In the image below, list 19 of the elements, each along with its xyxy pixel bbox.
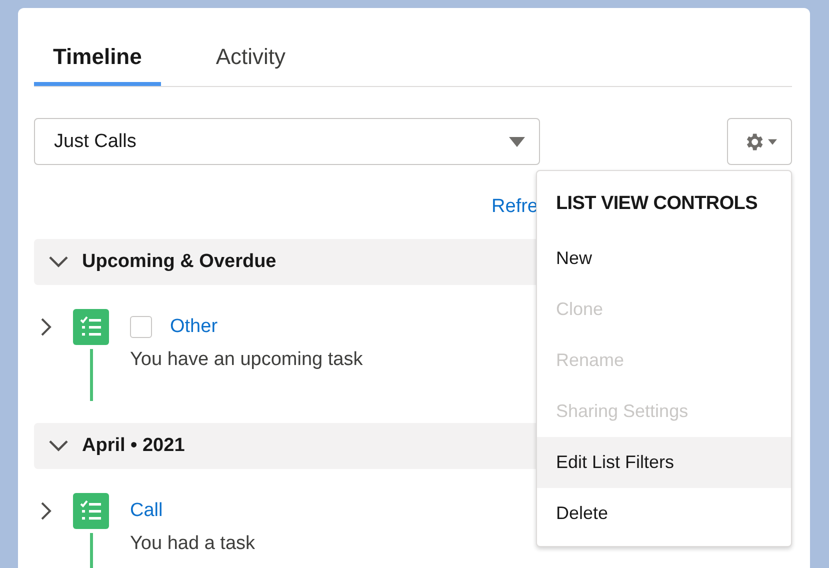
caret-icon — [768, 138, 776, 144]
task-link[interactable]: Other — [170, 316, 218, 338]
checkbox[interactable] — [130, 316, 152, 338]
menu-item[interactable]: Delete — [537, 488, 791, 539]
task-icon — [73, 309, 109, 345]
task-description: You had a task — [130, 533, 256, 555]
task-link[interactable]: Call — [130, 500, 163, 522]
tab[interactable]: Activity — [196, 40, 305, 82]
filter-dropdown[interactable]: Just Calls — [34, 118, 540, 165]
menu-item[interactable]: Edit List Filters — [537, 437, 791, 488]
settings-button[interactable] — [727, 118, 792, 165]
tab[interactable]: Timeline — [34, 40, 161, 86]
refresh-link[interactable]: Refre — [492, 196, 538, 239]
caret-icon — [509, 136, 525, 146]
task-icon — [73, 493, 109, 529]
menu-heading: LIST VIEW CONTROLS — [555, 192, 758, 216]
task-description: You have an upcoming task — [130, 349, 363, 371]
chevron-right-icon[interactable] — [40, 501, 52, 521]
chevron-right-icon[interactable] — [40, 317, 52, 337]
